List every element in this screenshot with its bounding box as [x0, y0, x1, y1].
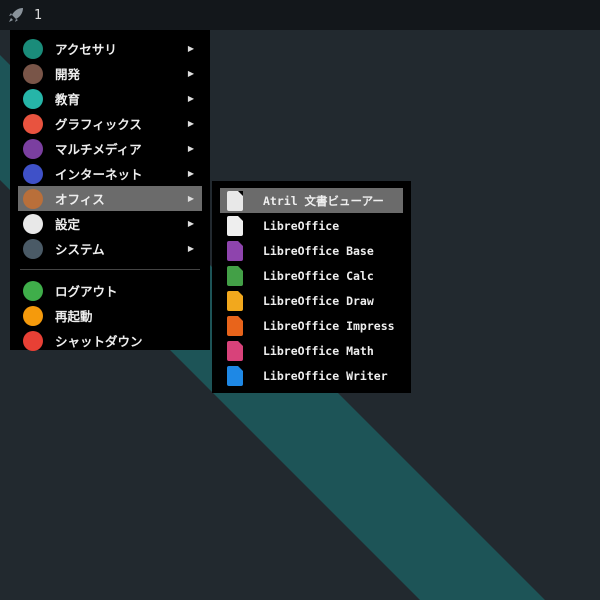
menu-item[interactable]: シャットダウン [18, 328, 202, 353]
power-icon [23, 330, 43, 351]
submenu-item[interactable]: LibreOffice Base [220, 238, 403, 263]
menu-item[interactable]: 開発 ▶ [18, 61, 202, 86]
submenu-item[interactable]: Atril 文書ビューアー [220, 188, 403, 213]
libreoffice-math-icon [227, 340, 243, 361]
submenu-item-label: LibreOffice Writer [263, 368, 388, 383]
rocket-launcher-icon[interactable] [6, 5, 26, 25]
logout-icon [23, 280, 43, 301]
graphics-icon [23, 113, 43, 134]
menu-item[interactable]: マルチメディア ▶ [18, 136, 202, 161]
submenu-arrow-icon: ▶ [187, 44, 194, 53]
libreoffice-calc-icon [227, 265, 243, 286]
submenu-item-label: LibreOffice Math [263, 343, 374, 358]
submenu-arrow-icon: ▶ [187, 194, 194, 203]
submenu-arrow-icon: ▶ [187, 144, 194, 153]
menu-item[interactable]: システム ▶ [18, 236, 202, 261]
hammer-icon [23, 63, 43, 84]
menu-item-label: アクセサリ [55, 42, 117, 57]
submenu-arrow-icon: ▶ [187, 94, 194, 103]
menu-item[interactable]: アクセサリ ▶ [18, 36, 202, 61]
submenu-arrow-icon: ▶ [187, 119, 194, 128]
menu-item-label: 設定 [55, 217, 81, 232]
menu-item[interactable]: 再起動 [18, 303, 202, 328]
menu-item-label: 開発 [55, 67, 81, 82]
submenu-item[interactable]: LibreOffice Writer [220, 363, 403, 388]
submenu-item[interactable]: LibreOffice Calc [220, 263, 403, 288]
menu-item[interactable]: オフィス ▶ [18, 186, 202, 211]
submenu-item-label: LibreOffice [263, 218, 340, 233]
menu-item[interactable]: グラフィックス ▶ [18, 111, 202, 136]
submenu-arrow-icon: ▶ [187, 169, 194, 178]
submenu-arrow-icon: ▶ [187, 69, 194, 78]
briefcase-icon [23, 188, 43, 209]
submenu-item[interactable]: LibreOffice Impress [220, 313, 403, 338]
atril-icon [227, 190, 243, 211]
education-icon [23, 88, 43, 109]
menu-item-label: システム [55, 242, 105, 257]
menu-item[interactable]: 設定 ▶ [18, 211, 202, 236]
submenu-item-label: LibreOffice Calc [263, 268, 374, 283]
office-submenu: Atril 文書ビューアー LibreOffice LibreOffice Base… [212, 181, 411, 393]
workspace-indicator[interactable]: 1 [34, 8, 42, 23]
submenu-arrow-icon: ▶ [187, 219, 194, 228]
menu-item-label: グラフィックス [55, 117, 142, 132]
menu-item-label: オフィス [55, 192, 105, 207]
applications-menu: アクセサリ ▶ 開発 ▶ 教育 ▶ グラフィックス ▶ マルチメディア ▶ インターネット ▶ オフィス… [10, 30, 210, 353]
internet-icon [23, 163, 43, 184]
menu-item-label: マルチメディア [55, 142, 142, 157]
submenu-arrow-icon: ▶ [187, 244, 194, 253]
submenu-item-label: LibreOffice Draw [263, 293, 374, 308]
submenu-item-label: Atril 文書ビューアー [263, 193, 384, 208]
menu-item[interactable]: ログアウト [18, 278, 202, 303]
menu-item[interactable]: インターネット ▶ [18, 161, 202, 186]
menu-separator [20, 269, 200, 270]
settings-icon [23, 213, 43, 234]
menu-item-label: シャットダウン [55, 334, 143, 349]
libreoffice-impress-icon [227, 315, 243, 336]
submenu-item-label: LibreOffice Impress [263, 318, 395, 333]
submenu-item-label: LibreOffice Base [263, 243, 374, 258]
libreoffice-writer-icon [227, 365, 243, 386]
accessories-icon [23, 38, 43, 59]
top-panel: 1 [0, 0, 600, 30]
multimedia-icon [23, 138, 43, 159]
libreoffice-icon [227, 215, 243, 236]
submenu-item[interactable]: LibreOffice [220, 213, 403, 238]
submenu-item[interactable]: LibreOffice Math [220, 338, 403, 363]
menu-item-label: 教育 [55, 92, 81, 107]
menu-item-label: ログアウト [55, 284, 118, 299]
gear-icon [23, 238, 43, 259]
libreoffice-draw-icon [227, 290, 243, 311]
menu-item-label: インターネット [55, 167, 143, 182]
libreoffice-base-icon [227, 240, 243, 261]
submenu-item[interactable]: LibreOffice Draw [220, 288, 403, 313]
restart-icon [23, 305, 43, 326]
menu-item[interactable]: 教育 ▶ [18, 86, 202, 111]
menu-item-label: 再起動 [55, 309, 93, 324]
